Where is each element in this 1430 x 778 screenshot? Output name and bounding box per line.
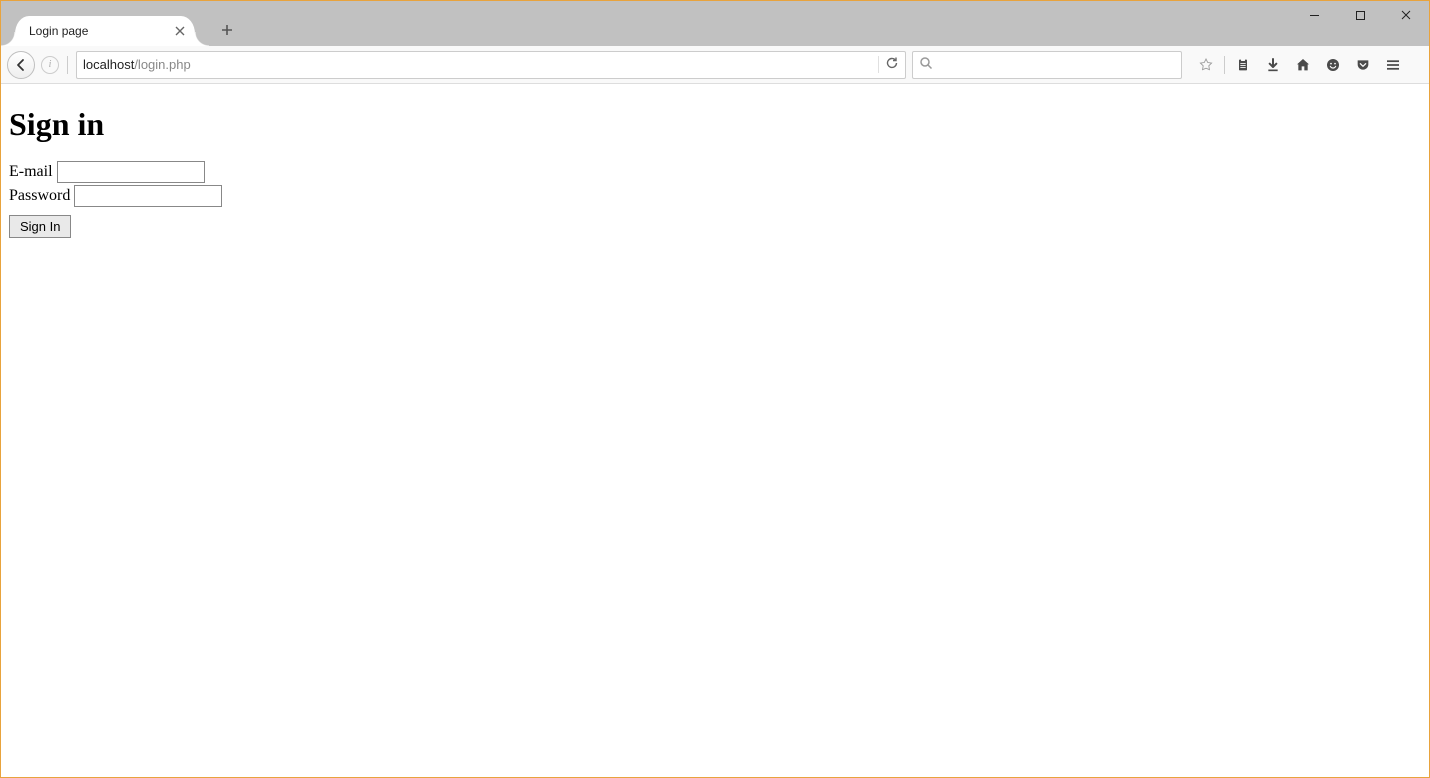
minimize-button[interactable] [1291,1,1337,29]
menu-icon[interactable] [1379,51,1407,79]
titlebar: Login page [1,1,1429,46]
password-label: Password [9,187,70,205]
browser-tab[interactable]: Login page [15,16,195,46]
tab-title: Login page [29,24,88,38]
close-tab-icon[interactable] [173,24,187,38]
maximize-button[interactable] [1337,1,1383,29]
site-info-icon[interactable]: i [41,56,59,74]
pocket-icon[interactable] [1349,51,1377,79]
new-tab-button[interactable] [217,20,237,40]
search-bar[interactable] [912,51,1182,79]
password-input[interactable] [74,185,222,207]
window-controls [1291,1,1429,29]
close-window-button[interactable] [1383,1,1429,29]
reload-icon[interactable] [878,56,899,73]
sign-in-button[interactable]: Sign In [9,215,71,238]
search-icon [919,56,933,73]
toolbar-icons [1192,51,1407,79]
email-row: E-mail [9,161,1421,183]
bookmark-star-icon[interactable] [1192,51,1220,79]
separator [1224,56,1225,74]
separator [67,56,68,74]
url-host: localhost [83,57,134,72]
page-heading: Sign in [9,106,1421,143]
password-row: Password [9,185,1421,207]
downloads-icon[interactable] [1259,51,1287,79]
email-input[interactable] [57,161,205,183]
email-label: E-mail [9,163,53,181]
address-bar[interactable]: localhost/login.php [76,51,906,79]
url-path: /login.php [134,57,190,72]
back-button[interactable] [7,51,35,79]
page-content: Sign in E-mail Password Sign In [1,84,1429,246]
smiley-icon[interactable] [1319,51,1347,79]
clipboard-icon[interactable] [1229,51,1257,79]
home-icon[interactable] [1289,51,1317,79]
navbar: i localhost/login.php [1,46,1429,84]
